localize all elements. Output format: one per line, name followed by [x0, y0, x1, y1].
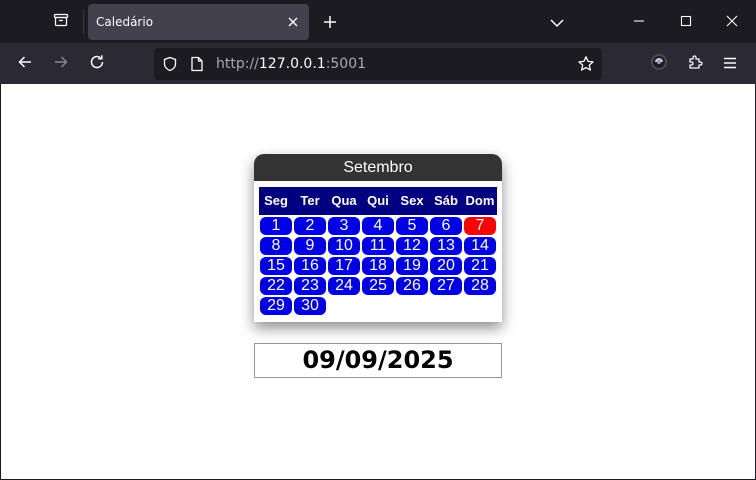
window-close-button[interactable] [710, 0, 754, 43]
calendar-day[interactable]: 12 [396, 237, 428, 255]
tab-strip: Caledário [0, 0, 756, 43]
calendar-day[interactable]: 30 [294, 297, 326, 315]
calendar-day[interactable]: 8 [260, 237, 292, 255]
weekday-label: Qua [331, 193, 357, 208]
calendar: Setembro Seg Ter Qua Qui Sex Sáb Dom 123456789… [254, 154, 502, 322]
reload-button[interactable] [83, 50, 111, 78]
calendar-day[interactable]: 10 [328, 237, 360, 255]
calendar-day[interactable]: 11 [362, 237, 394, 255]
weekday-label: Seg [264, 193, 288, 208]
calendar-day[interactable]: 24 [328, 277, 360, 295]
calendar-day[interactable]: 27 [430, 277, 462, 295]
weekday-label: Qui [367, 193, 389, 208]
tab-separator [83, 10, 84, 34]
tab-close-icon[interactable] [285, 14, 301, 30]
calendar-day[interactable]: 17 [328, 257, 360, 275]
forward-button[interactable] [47, 50, 75, 78]
calendar-body: Seg Ter Qua Qui Sex Sáb Dom 1 2 3 4 5 6 7 8 9 10 11 12 13 1… [254, 181, 502, 322]
calendar-day[interactable]: 4 [362, 217, 394, 235]
menu-button[interactable] [716, 50, 744, 78]
shield-icon[interactable] [160, 54, 180, 74]
calendar-day[interactable]: 18 [362, 257, 394, 275]
selected-date-display: 09/09/2025 [254, 343, 502, 378]
calendar-day[interactable]: 13 [430, 237, 462, 255]
tab-overview-button[interactable] [44, 6, 78, 38]
minimize-icon [633, 12, 645, 31]
weekday-label: Dom [465, 193, 495, 208]
calendar-day[interactable]: 19 [396, 257, 428, 275]
minimize-button[interactable] [617, 0, 661, 43]
calendar-day[interactable]: 2 [294, 217, 326, 235]
arrow-left-icon [17, 54, 33, 74]
calendar-day[interactable]: 14 [464, 237, 496, 255]
calendar-day[interactable]: 16 [294, 257, 326, 275]
calendar-day[interactable]: 23 [294, 277, 326, 295]
back-button[interactable] [11, 50, 39, 78]
list-all-tabs-button[interactable] [546, 11, 568, 33]
url-scheme: http:// [216, 56, 259, 72]
chevron-down-icon [550, 13, 564, 32]
calendar-day[interactable]: 22 [260, 277, 292, 295]
calendar-day[interactable]: 9 [294, 237, 326, 255]
calendar-day[interactable]: 6 [430, 217, 462, 235]
plus-icon [323, 14, 337, 33]
tab-active[interactable]: Caledário [88, 4, 309, 40]
calendar-day[interactable]: 29 [260, 297, 292, 315]
bookmark-star-icon[interactable] [576, 54, 596, 74]
arrow-right-icon [53, 54, 69, 74]
url-text[interactable]: http://127.0.0.1:5001 [216, 56, 366, 72]
page-content: Setembro Seg Ter Qua Qui Sex Sáb Dom 123456789… [1, 84, 755, 479]
calendar-day[interactable]: 26 [396, 277, 428, 295]
calendar-day[interactable]: 28 [464, 277, 496, 295]
calendar-day[interactable]: 7 [464, 217, 496, 235]
url-port: :5001 [325, 56, 367, 72]
calendar-day[interactable]: 15 [260, 257, 292, 275]
calendar-month-title: Setembro [254, 154, 502, 181]
new-tab-button[interactable] [318, 11, 342, 35]
navigation-toolbar: http://127.0.0.1:5001 [0, 43, 756, 84]
weekday-label: Sáb [434, 193, 458, 208]
weekday-label: Ter [300, 193, 320, 208]
weekday-header-row: Seg Ter Qua Qui Sex Sáb Dom [259, 187, 497, 215]
calendar-day[interactable]: 3 [328, 217, 360, 235]
address-bar[interactable]: http://127.0.0.1:5001 [154, 48, 602, 80]
weekday-label: Sex [400, 193, 424, 208]
puzzle-icon [687, 54, 703, 74]
maximize-button[interactable] [664, 0, 708, 43]
page-icon[interactable] [187, 54, 207, 74]
calendar-day[interactable]: 25 [362, 277, 394, 295]
url-host: 127.0.0.1 [258, 56, 326, 72]
avatar-icon [650, 53, 668, 75]
calendar-day[interactable]: 21 [464, 257, 496, 275]
maximize-icon [680, 12, 692, 31]
tab-tray-icon [53, 12, 69, 32]
calendar-day[interactable]: 20 [430, 257, 462, 275]
calendar-day[interactable]: 1 [260, 217, 292, 235]
tab-title: Caledário [96, 15, 154, 29]
hamburger-menu-icon [723, 55, 737, 74]
calendar-day[interactable]: 5 [396, 217, 428, 235]
reload-icon [89, 54, 105, 74]
extensions-button[interactable] [681, 50, 709, 78]
account-button[interactable] [645, 50, 673, 78]
close-icon [726, 12, 738, 31]
